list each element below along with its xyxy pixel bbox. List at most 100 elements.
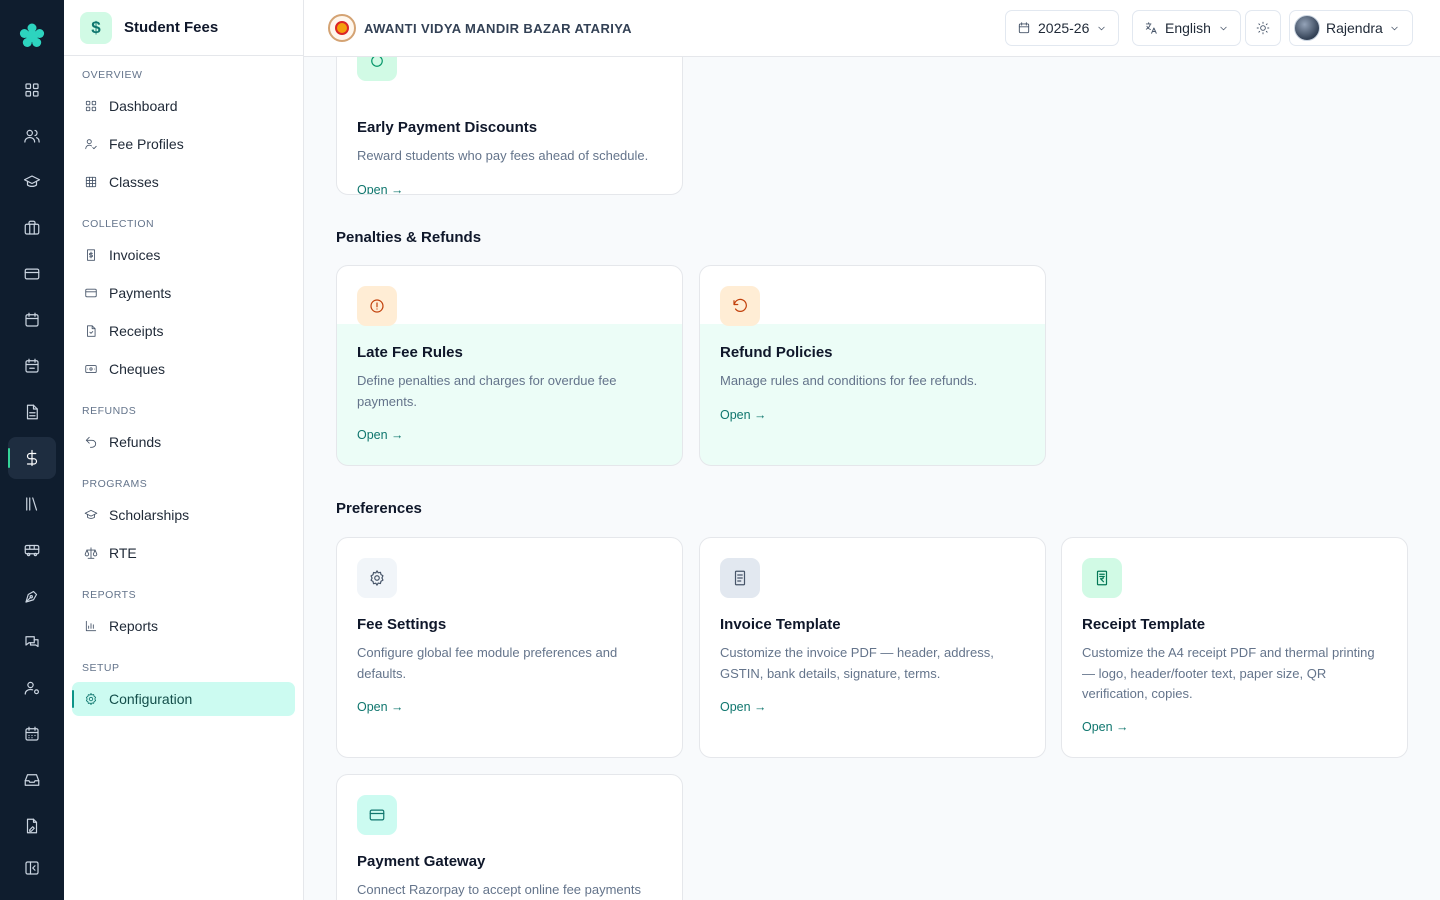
sidebar-title: Student Fees	[124, 19, 219, 36]
theme-toggle-button[interactable]	[1245, 10, 1281, 46]
card-title: Early Payment Discounts	[357, 119, 538, 136]
user-check-icon	[85, 139, 97, 150]
rail-panel-collapse-icon[interactable]	[8, 847, 56, 889]
app-rail	[0, 0, 64, 900]
open-link[interactable]: Open →	[357, 700, 404, 714]
module-sidebar: $ Student Fees OVERVIEW Dashboard Fee Pr…	[64, 0, 304, 900]
translate-icon	[1145, 22, 1157, 34]
sidebar-item-label: Reports	[109, 618, 159, 634]
rotate-ccw-icon	[720, 286, 760, 326]
school-logo-icon	[328, 14, 356, 42]
rail-calendar-icon[interactable]	[8, 299, 56, 341]
receipt-file-icon	[87, 325, 96, 337]
discount-circle-icon	[357, 57, 397, 81]
section-setup: SETUP	[82, 662, 120, 674]
sidebar-item-label: Classes	[109, 174, 159, 190]
open-link[interactable]: Open →	[357, 428, 404, 442]
open-link[interactable]: Open →	[357, 183, 404, 194]
credit-card-icon	[357, 795, 397, 835]
sidebar-item-label: Invoices	[109, 247, 161, 263]
section-title-penalties: Penalties & Refunds	[336, 229, 482, 246]
rail-credit-card-icon[interactable]	[8, 253, 56, 295]
section-refunds: REFUNDS	[82, 405, 137, 417]
sidebar-item-reports[interactable]: Reports	[72, 609, 295, 643]
card-refund-policies[interactable]: Refund Policies Manage rules and conditi…	[699, 265, 1046, 466]
rail-calendar-check-icon[interactable]	[8, 345, 56, 387]
card-title: Receipt Template	[1082, 616, 1206, 633]
chevron-down-icon	[1391, 26, 1398, 30]
sidebar-item-label: Cheques	[109, 361, 166, 377]
rail-messages-icon[interactable]	[8, 621, 56, 663]
sidebar-item-cheques[interactable]: Cheques	[72, 352, 295, 386]
alert-circle-icon	[357, 286, 397, 326]
rail-file-text-icon[interactable]	[8, 391, 56, 433]
sidebar-item-payments[interactable]: Payments	[72, 276, 295, 310]
user-menu-button[interactable]: Rajendra	[1289, 10, 1413, 46]
sidebar-item-scholarships[interactable]: Scholarships	[72, 498, 295, 532]
sidebar-item-invoices[interactable]: Invoices	[72, 238, 295, 272]
card-title: Late Fee Rules	[357, 344, 463, 361]
rail-user-cog-icon[interactable]	[8, 667, 56, 709]
dashboard-icon	[85, 100, 97, 112]
section-title-preferences: Preferences	[336, 500, 422, 517]
language-select[interactable]: English	[1132, 10, 1241, 46]
card-receipt-template[interactable]: Receipt Template Customize the A4 receip…	[1061, 537, 1408, 758]
bar-chart-icon	[85, 620, 97, 632]
card-description: Reward students who pay fees ahead of sc…	[357, 148, 649, 163]
section-reports: REPORTS	[82, 589, 137, 601]
sidebar-item-label: Dashboard	[109, 98, 178, 114]
scale-icon	[84, 547, 98, 559]
rail-inbox-icon[interactable]	[8, 759, 56, 801]
section-collection: COLLECTION	[82, 218, 155, 230]
rail-briefcase-icon[interactable]	[8, 207, 56, 249]
academic-year-select[interactable]: 2025-26	[1005, 10, 1120, 46]
rail-calendar-grid-icon[interactable]	[8, 713, 56, 755]
rail-dashboard-icon[interactable]	[8, 69, 56, 111]
cheque-icon	[85, 365, 97, 373]
card-title: Fee Settings	[357, 616, 447, 633]
rail-users-icon[interactable]	[8, 115, 56, 157]
open-link[interactable]: Open →	[720, 700, 767, 714]
grid-table-icon	[85, 176, 97, 188]
language-value: English	[1165, 20, 1211, 36]
chevron-down-icon	[1098, 26, 1106, 30]
card-title: Refund Policies	[720, 344, 833, 361]
sidebar-item-label: RTE	[109, 545, 137, 561]
card-payment-gateway[interactable]: Payment Gateway Connect Razorpay to acce…	[336, 774, 683, 900]
sidebar-item-receipts[interactable]: Receipts	[72, 314, 295, 348]
card-description: Configure global fee module preferences …	[357, 645, 618, 681]
sidebar-item-classes[interactable]: Classes	[72, 165, 295, 199]
card-fee-settings[interactable]: Fee Settings Configure global fee module…	[336, 537, 683, 758]
card-description: Customize the invoice PDF — header, addr…	[720, 645, 994, 681]
rail-bus-icon[interactable]	[8, 529, 56, 571]
calendar-icon	[1018, 22, 1030, 34]
section-overview: OVERVIEW	[82, 69, 143, 81]
sidebar-item-fee-profiles[interactable]: Fee Profiles	[72, 127, 295, 161]
sidebar-header: $ Student Fees	[64, 0, 303, 56]
chevron-down-icon	[1220, 26, 1227, 30]
sidebar-item-refunds[interactable]: Refunds	[72, 425, 295, 459]
sun-icon	[1256, 21, 1270, 35]
card-title: Payment Gateway	[357, 853, 486, 870]
top-bar: AWANTI VIDYA MANDIR BAZAR ATARIYA 2025-2…	[304, 0, 1440, 57]
rail-graduation-cap-icon[interactable]	[8, 161, 56, 203]
sidebar-item-rte[interactable]: RTE	[72, 536, 295, 570]
rail-dollar-icon[interactable]	[8, 437, 56, 479]
school-name: AWANTI VIDYA MANDIR BAZAR ATARIYA	[364, 20, 632, 36]
card-description: Customize the A4 receipt PDF and thermal…	[1082, 645, 1375, 701]
open-link[interactable]: Open →	[1082, 720, 1129, 734]
rail-file-edit-icon[interactable]	[8, 805, 56, 847]
rail-pen-tool-icon[interactable]	[8, 575, 56, 617]
student-fees-dollar-icon: $	[80, 11, 112, 44]
sidebar-item-configuration[interactable]: Configuration	[72, 682, 295, 716]
rail-library-icon[interactable]	[8, 483, 56, 525]
card-late-fee-rules[interactable]: Late Fee Rules Define penalties and char…	[336, 265, 683, 466]
card-description: Define penalties and charges for overdue…	[357, 373, 617, 409]
card-early-payment-discounts[interactable]: Early Payment Discounts Reward students …	[336, 57, 683, 195]
app-logo-icon[interactable]	[16, 20, 48, 52]
sidebar-item-label: Scholarships	[109, 507, 190, 523]
open-link[interactable]: Open →	[720, 408, 767, 422]
invoice-icon	[87, 249, 95, 261]
card-invoice-template[interactable]: Invoice Template Customize the invoice P…	[699, 537, 1046, 758]
sidebar-item-dashboard[interactable]: Dashboard	[72, 89, 295, 123]
